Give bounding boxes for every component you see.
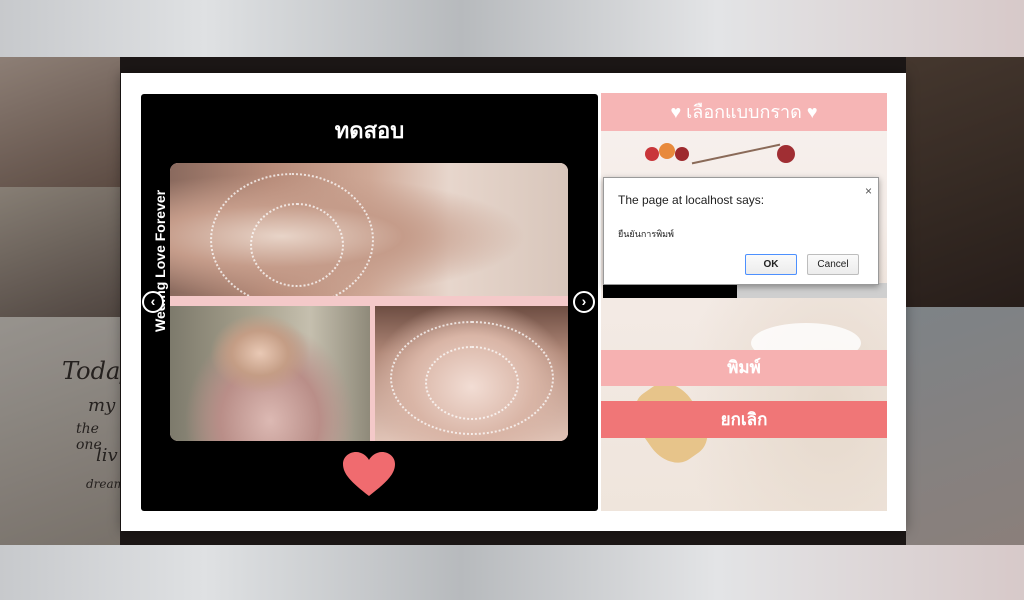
card-title: ทดสอบ <box>334 118 405 143</box>
dialog-cancel-button[interactable]: Cancel <box>807 254 859 275</box>
photo-collage <box>170 163 568 441</box>
choose-template-button[interactable]: ♥ เลือกแบบกราด ♥ <box>601 93 887 131</box>
branch-decoration <box>691 143 781 165</box>
collage-photo-bottom-left <box>170 306 370 441</box>
collage-photo-bottom-right <box>375 306 568 441</box>
card-side-text: Weding Love Forever <box>152 189 168 332</box>
options-panel <box>601 93 887 511</box>
berry-decoration <box>777 145 795 163</box>
dialog-ok-button[interactable]: OK <box>745 254 797 275</box>
lace-pattern <box>425 346 519 420</box>
lace-pattern <box>250 203 344 287</box>
cancel-button[interactable]: ยกเลิก <box>601 401 887 438</box>
dialog-backdrop <box>737 283 887 298</box>
dialog-message: ยืนยันการพิมพ์ <box>618 229 674 239</box>
alert-dialog: The page at localhost says: × ยืนยันการพ… <box>603 177 879 285</box>
next-arrow-button[interactable]: › <box>573 291 595 313</box>
print-button[interactable]: พิมพ์ <box>601 350 887 386</box>
dialog-backdrop <box>603 283 737 298</box>
berry-decoration <box>645 147 659 161</box>
collage-photo-top <box>170 163 568 296</box>
dialog-title: The page at localhost says: <box>618 193 765 207</box>
close-icon[interactable]: × <box>865 185 872 197</box>
berry-decoration <box>659 143 675 159</box>
prev-arrow-button[interactable]: ‹ <box>142 291 164 313</box>
berry-decoration <box>675 147 689 161</box>
heart-icon <box>343 452 395 496</box>
